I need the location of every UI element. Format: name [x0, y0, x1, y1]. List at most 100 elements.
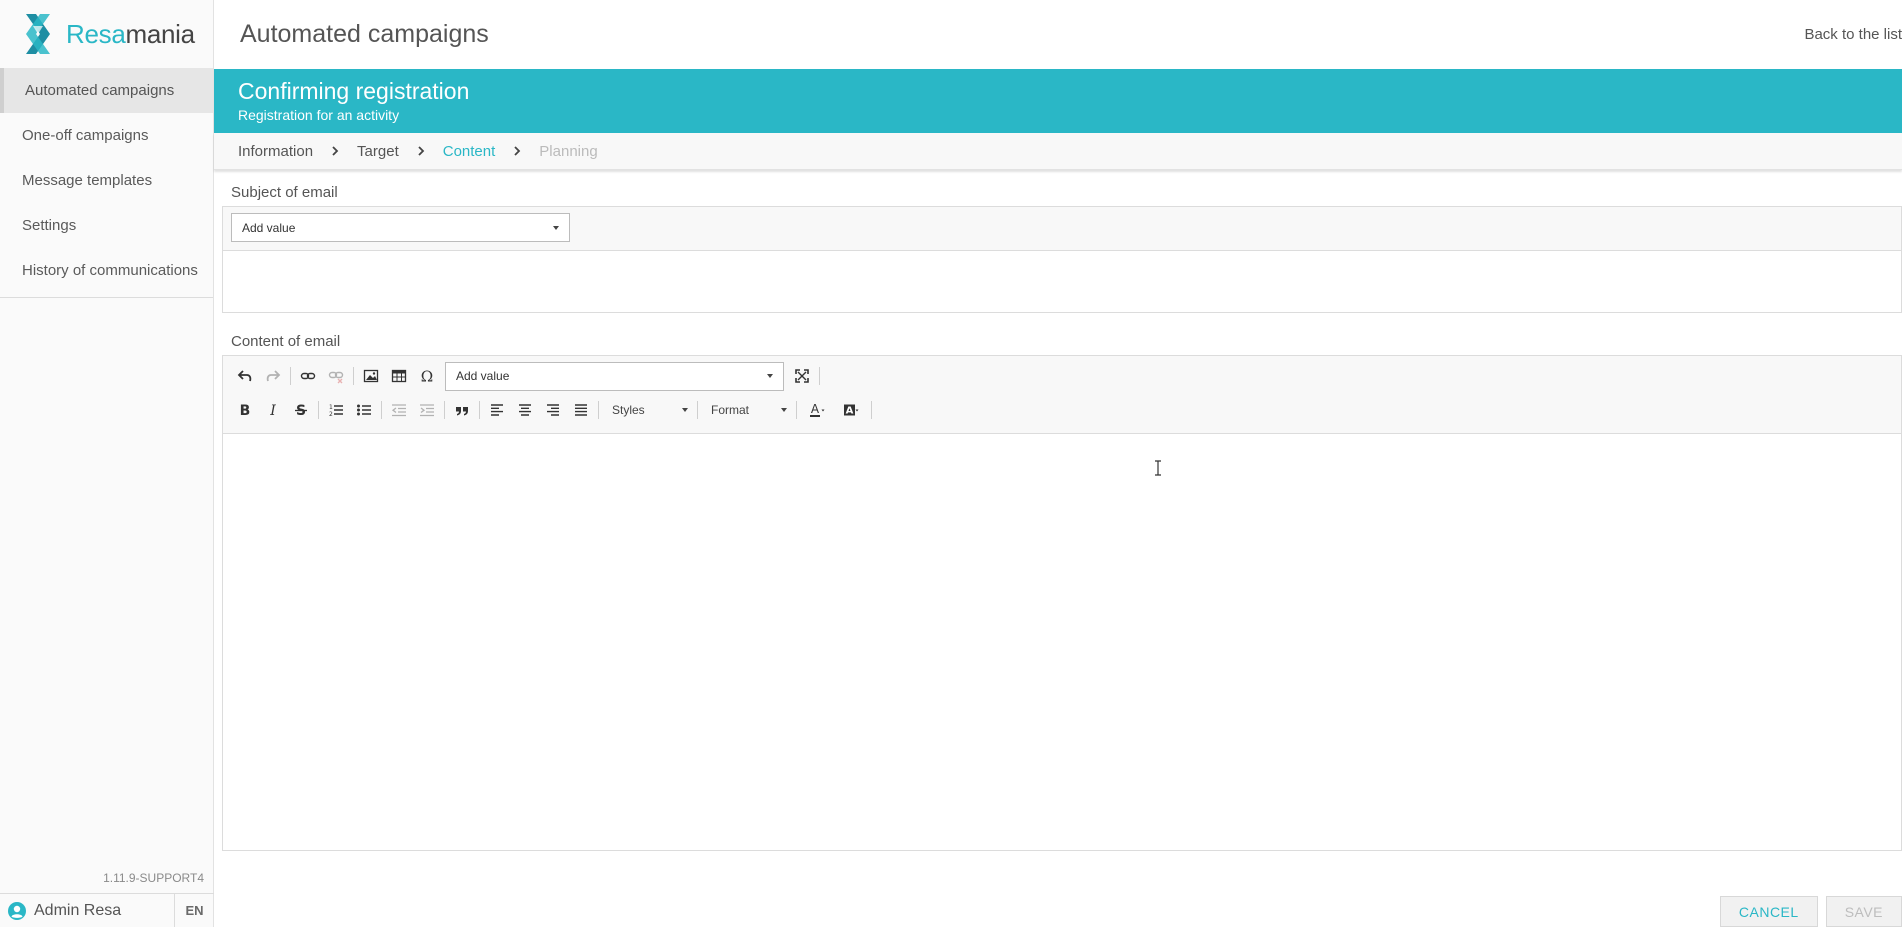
sidebar-nav: Automated campaigns One-off campaigns Me…: [0, 68, 213, 293]
subject-toolbar: Add value: [223, 207, 1901, 251]
content-toolbar: Ω Add value B I S 1 2 Styles Format A A: [223, 356, 1901, 434]
strikethrough-button[interactable]: S: [287, 397, 315, 423]
toolbar-separator: [697, 401, 698, 419]
logo-text-prefix: Resa: [66, 18, 126, 49]
styles-label: Styles: [612, 403, 645, 417]
svg-text:B: B: [240, 403, 251, 418]
toolbar-separator: [290, 367, 291, 385]
redo-button[interactable]: [259, 363, 287, 389]
blockquote-button[interactable]: [448, 397, 476, 423]
step-content[interactable]: Content: [443, 143, 496, 160]
table-button[interactable]: [385, 363, 413, 389]
toolbar-separator: [479, 401, 480, 419]
decrease-indent-button[interactable]: [385, 397, 413, 423]
content-body-editable[interactable]: [223, 434, 1901, 850]
svg-text:A: A: [846, 406, 854, 417]
strikethrough-icon: S: [295, 403, 307, 418]
sidebar: Resamania Automated campaigns One-off ca…: [0, 0, 214, 927]
subject-add-value-select[interactable]: Add value: [231, 213, 570, 242]
unlink-icon: [328, 371, 344, 384]
toolbar-row-1: Ω Add value: [231, 359, 1893, 393]
caret-down-icon: [781, 408, 787, 412]
caret-down-icon: [553, 225, 559, 230]
logo[interactable]: Resamania: [0, 0, 213, 68]
resamania-logo-icon: [26, 14, 50, 54]
outdent-icon: [391, 404, 406, 417]
content-editor: Ω Add value B I S 1 2 Styles Format A A: [222, 355, 1902, 851]
sidebar-item-automated-campaigns[interactable]: Automated campaigns: [0, 68, 213, 113]
format-label: Format: [711, 403, 750, 417]
align-justify-button[interactable]: [567, 397, 595, 423]
svg-text:2: 2: [329, 411, 333, 418]
user-bar: Admin Resa EN: [0, 893, 214, 927]
campaign-banner: Confirming registration Registration for…: [214, 69, 1902, 133]
toolbar-separator: [598, 401, 599, 419]
redo-icon: [266, 370, 281, 382]
svg-text:Ω: Ω: [421, 368, 433, 384]
logo-text: Resamania: [66, 19, 195, 50]
content-add-value-select[interactable]: Add value: [445, 361, 784, 391]
sidebar-divider: [0, 297, 213, 298]
svg-text:1: 1: [329, 404, 333, 411]
toolbar-separator: [381, 401, 382, 419]
unlink-button[interactable]: [322, 363, 350, 389]
wizard-steps: Information Target Content Planning: [214, 133, 1902, 170]
indent-icon: [420, 404, 434, 417]
align-center-icon: [519, 404, 531, 416]
toolbar-separator: [796, 401, 797, 419]
toolbar-separator: [353, 367, 354, 385]
language-switcher[interactable]: EN: [174, 894, 214, 927]
subject-editor: Add value: [222, 206, 1902, 313]
image-icon: [363, 369, 379, 383]
align-right-button[interactable]: [539, 397, 567, 423]
bulleted-list-button[interactable]: [350, 397, 378, 423]
numbered-list-icon: 12: [329, 404, 343, 418]
caret-down-icon: [682, 408, 688, 412]
subject-label: Subject of email: [231, 184, 338, 201]
background-color-icon: A: [844, 404, 859, 417]
align-right-icon: [547, 404, 559, 416]
bold-button[interactable]: B: [231, 397, 259, 423]
undo-icon: [237, 370, 252, 382]
image-button[interactable]: [357, 363, 385, 389]
sidebar-item-message-templates[interactable]: Message templates: [0, 158, 213, 203]
toolbar-separator: [819, 367, 820, 385]
italic-icon: I: [269, 403, 276, 418]
background-color-button[interactable]: A: [834, 397, 868, 423]
toolbar-row-2: B I S 12 Styles Format A A: [231, 393, 1893, 427]
user-menu[interactable]: Admin Resa: [0, 894, 174, 927]
undo-button[interactable]: [231, 363, 259, 389]
back-to-list-link[interactable]: Back to the list: [1804, 26, 1902, 43]
step-target[interactable]: Target: [357, 143, 399, 160]
cancel-button[interactable]: CANCEL: [1719, 896, 1818, 927]
link-button[interactable]: [294, 363, 322, 389]
topbar: Automated campaigns Back to the list: [214, 0, 1902, 69]
format-dropdown[interactable]: Format: [701, 397, 793, 423]
step-information[interactable]: Information: [238, 143, 313, 160]
subject-input[interactable]: [223, 251, 1901, 312]
styles-dropdown[interactable]: Styles: [602, 397, 694, 423]
align-justify-icon: [575, 404, 587, 416]
save-button[interactable]: SAVE: [1825, 896, 1902, 927]
text-color-icon: A: [810, 402, 825, 417]
content-label: Content of email: [231, 333, 341, 350]
align-left-button[interactable]: [483, 397, 511, 423]
toolbar-separator: [444, 401, 445, 419]
omega-icon: Ω: [421, 368, 433, 384]
svg-text:I: I: [269, 403, 276, 418]
align-center-button[interactable]: [511, 397, 539, 423]
svg-text:A: A: [811, 402, 820, 416]
sidebar-item-history-of-communications[interactable]: History of communications: [0, 248, 213, 293]
increase-indent-button[interactable]: [413, 397, 441, 423]
numbered-list-button[interactable]: 12: [322, 397, 350, 423]
italic-button[interactable]: I: [259, 397, 287, 423]
sidebar-item-one-off-campaigns[interactable]: One-off campaigns: [0, 113, 213, 158]
quote-icon: [456, 407, 468, 416]
text-color-button[interactable]: A: [800, 397, 834, 423]
campaign-subtitle: Registration for an activity: [238, 107, 400, 123]
maximize-button[interactable]: [788, 363, 816, 389]
content-add-value-label: Add value: [456, 369, 510, 383]
sidebar-item-settings[interactable]: Settings: [0, 203, 213, 248]
special-character-button[interactable]: Ω: [413, 363, 441, 389]
logo-text-suffix: mania: [125, 18, 196, 49]
